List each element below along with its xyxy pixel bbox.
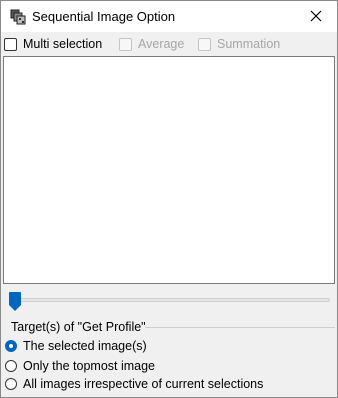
image-slider-thumb[interactable]: [9, 292, 21, 311]
stacked-images-icon: [10, 9, 26, 25]
sequential-image-option-window: Sequential Image Option Multi selection …: [0, 0, 338, 398]
targets-group-divider: [145, 327, 335, 328]
summation-checkbox[interactable]: [198, 38, 211, 51]
multi-selection-label[interactable]: Multi selection: [23, 37, 102, 51]
target-all-images-radio[interactable]: [5, 378, 17, 390]
average-checkbox[interactable]: [119, 38, 132, 51]
multi-selection-checkbox[interactable]: [4, 38, 17, 51]
summation-label: Summation: [217, 37, 281, 51]
options-row: Multi selection Average Summation: [1, 34, 337, 56]
average-label: Average: [138, 37, 185, 51]
target-selected-images-radio[interactable]: [5, 340, 17, 352]
window-title: Sequential Image Option: [32, 9, 176, 24]
target-all-images-label[interactable]: All images irrespective of current selec…: [23, 377, 263, 391]
title-bar[interactable]: Sequential Image Option: [1, 1, 337, 32]
target-topmost-image-label[interactable]: Only the topmost image: [23, 359, 155, 373]
targets-group-label: Target(s) of "Get Profile": [11, 320, 146, 334]
target-topmost-image-radio[interactable]: [5, 360, 17, 372]
close-button[interactable]: [297, 1, 337, 32]
target-selected-images-label[interactable]: The selected image(s): [23, 339, 147, 353]
image-list[interactable]: [3, 56, 335, 284]
close-icon: [310, 10, 322, 22]
image-slider-track[interactable]: [10, 298, 330, 302]
